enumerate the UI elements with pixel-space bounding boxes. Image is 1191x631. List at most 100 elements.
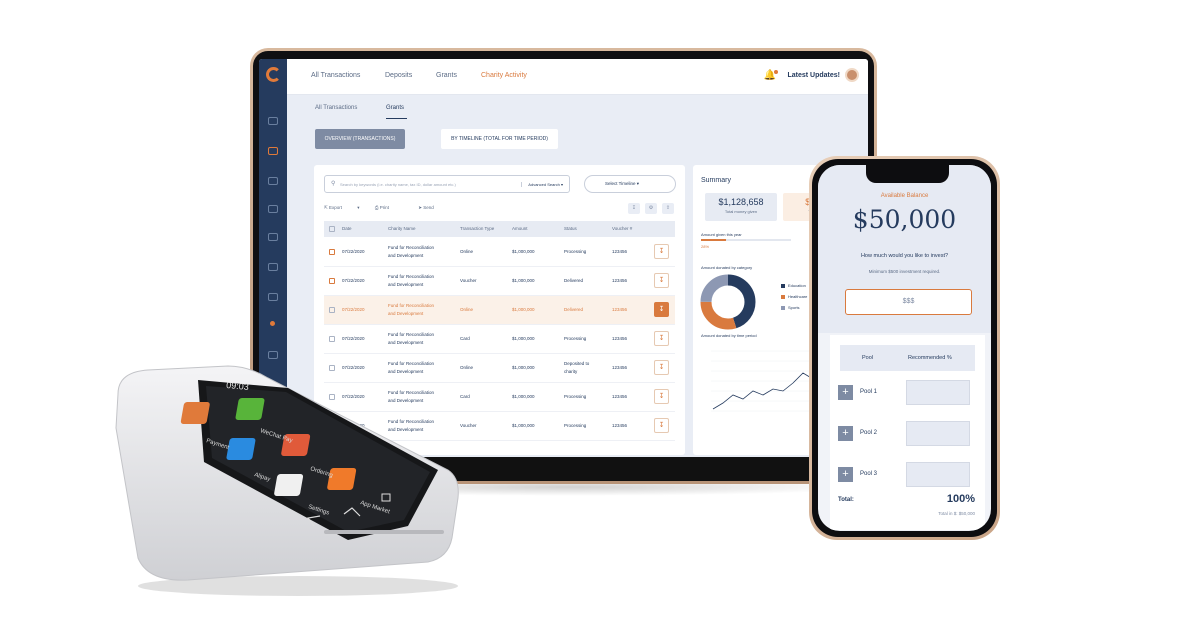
- avatar[interactable]: [845, 68, 859, 82]
- add-pool-icon[interactable]: +: [838, 467, 853, 482]
- tab-all-transactions[interactable]: All Transactions: [311, 72, 360, 79]
- share-icon[interactable]: ⇪: [662, 203, 674, 214]
- pos-terminal: 09:03 Payment WeChat Pay Alipay Ordering…: [108, 358, 464, 598]
- subtab-grants[interactable]: Grants: [386, 105, 404, 111]
- sidebar-dashboard-icon[interactable]: [268, 147, 278, 155]
- sidebar-home-icon[interactable]: [268, 117, 278, 125]
- download-icon[interactable]: ↧: [654, 273, 669, 288]
- total-money-value: $1,128,658: [718, 197, 764, 207]
- search-input[interactable]: ⚲ Search by keywords (i.e. charity name,…: [324, 175, 570, 193]
- search-icon: ⚲: [331, 181, 336, 187]
- add-pool-icon[interactable]: +: [838, 426, 853, 441]
- add-pool-icon[interactable]: +: [838, 385, 853, 400]
- legend-swatch: [781, 294, 785, 299]
- payment-app-icon[interactable]: [180, 402, 210, 424]
- product-showcase: All Transactions Deposits Grants Charity…: [0, 0, 1191, 631]
- download-icon[interactable]: ↧: [654, 244, 669, 259]
- download-icon[interactable]: ↧: [654, 331, 669, 346]
- brand-logo[interactable]: [266, 67, 281, 82]
- row-date: 07/22/2020: [342, 336, 365, 341]
- download-icon[interactable]: ↧: [654, 360, 669, 375]
- sidebar-settings-icon[interactable]: [268, 263, 278, 271]
- row-date: 07/22/2020: [342, 249, 365, 254]
- app-market-app-icon[interactable]: [327, 468, 357, 490]
- row-charity-line2: and Development: [388, 253, 424, 258]
- wechat-pay-app-icon[interactable]: [235, 398, 265, 420]
- header-status[interactable]: Status: [564, 226, 577, 231]
- table-toolbar: ⇱ Export ▾ ⎙ Print ➤ Send: [324, 205, 462, 211]
- row-checkbox[interactable]: [329, 307, 335, 313]
- by-timeline-button[interactable]: BY TIMELINE (TOTAL FOR TIME PERIOD): [441, 129, 558, 149]
- row-type: Online: [460, 249, 474, 254]
- download-icon[interactable]: ↧: [628, 203, 640, 214]
- header-charity-name[interactable]: Charity Name: [388, 226, 416, 231]
- select-all-checkbox[interactable]: [329, 226, 335, 232]
- pos-terminal-drawing: 09:03 Payment WeChat Pay Alipay Ordering…: [115, 365, 459, 596]
- tab-deposits[interactable]: Deposits: [385, 72, 412, 79]
- row-amount: $1,000,000: [512, 394, 535, 399]
- sidebar-megaphone-icon[interactable]: [268, 293, 278, 301]
- pool-percent-input[interactable]: [906, 380, 970, 405]
- advanced-search-label: Advanced Search: [528, 182, 560, 187]
- row-charity-line1: Fund for Reconciliation: [388, 274, 435, 279]
- table-row[interactable]: 07/22/2020 Fund for Reconciliation and D…: [324, 325, 675, 354]
- sidebar-upload-icon[interactable]: [268, 233, 278, 241]
- overview-transactions-button[interactable]: OVERVIEW (TRANSACTIONS): [315, 129, 405, 149]
- legend-healthcare: Healthcare: [781, 294, 807, 299]
- header-date[interactable]: Date: [342, 226, 352, 231]
- latest-updates-link[interactable]: Latest Updates!: [787, 72, 840, 79]
- row-amount: $1,000,000: [512, 278, 535, 283]
- sidebar-chart-icon[interactable]: [268, 177, 278, 185]
- smartphone: Available Balance $50,000 How much would…: [809, 156, 1000, 540]
- pool-name: Pool 1: [860, 389, 878, 395]
- table-row[interactable]: 07/22/2020 Fund for Reconciliation and D…: [324, 238, 675, 267]
- chart-gridlines: [711, 350, 817, 412]
- header-voucher[interactable]: Voucher #: [612, 226, 632, 231]
- header-transaction-type[interactable]: Transaction Type: [460, 226, 494, 231]
- header-recommended: Recommended %: [908, 355, 952, 361]
- pool-percent-input[interactable]: [906, 462, 970, 487]
- tab-charity-activity[interactable]: Charity Activity: [481, 72, 527, 79]
- table-row[interactable]: 07/22/2020 Fund for Reconciliation and D…: [324, 296, 675, 325]
- alipay-app-icon[interactable]: [226, 438, 256, 460]
- table-row[interactable]: 07/22/2020 Fund for Reconciliation and D…: [324, 267, 675, 296]
- download-icon[interactable]: ↧: [654, 389, 669, 404]
- export-button[interactable]: ⇱ Export ▾: [324, 205, 360, 210]
- send-button[interactable]: ➤ Send: [418, 205, 448, 210]
- row-status: Delivered: [564, 278, 584, 283]
- sidebar-wallet-icon[interactable]: [268, 205, 278, 213]
- filter-icon[interactable]: ⚙: [645, 203, 657, 214]
- row-checkbox[interactable]: [329, 278, 335, 284]
- row-voucher: 123456: [612, 365, 628, 370]
- given-this-year-percent: 28%: [701, 244, 710, 249]
- subtab-all-transactions[interactable]: All Transactions: [315, 105, 357, 111]
- row-checkbox[interactable]: [329, 249, 335, 255]
- top-navigation: All Transactions Deposits Grants Charity…: [287, 59, 868, 95]
- download-icon[interactable]: ↧: [654, 302, 669, 317]
- settings-app-icon[interactable]: [274, 474, 304, 496]
- legend-swatch: [781, 305, 785, 310]
- pool-name: Pool 3: [860, 471, 878, 477]
- header-amount[interactable]: Amount: [512, 226, 528, 231]
- row-voucher: 123456: [612, 249, 628, 254]
- given-this-year-progress: [701, 239, 791, 241]
- print-button[interactable]: ⎙ Print: [375, 205, 403, 210]
- timeline-select[interactable]: Select Timeline ▾: [584, 175, 676, 193]
- pos-clock: 09:03: [226, 380, 249, 392]
- search-placeholder: Search by keywords (i.e. charity name, t…: [340, 182, 456, 187]
- send-label: Send: [423, 205, 434, 210]
- row-checkbox[interactable]: [329, 336, 335, 342]
- tab-grants[interactable]: Grants: [436, 72, 457, 79]
- invest-question: How much would you like to invest?: [860, 253, 949, 259]
- row-charity-line1: Fund for Reconciliation: [388, 332, 435, 337]
- legend-sports: Sports: [781, 305, 800, 310]
- download-icon[interactable]: ↧: [654, 418, 669, 433]
- pool-percent-input[interactable]: [906, 421, 970, 446]
- row-type: Online: [460, 307, 474, 312]
- balance-amount: $50,000: [852, 205, 957, 234]
- row-amount: $1,000,000: [512, 336, 535, 341]
- progress-fill: [701, 239, 727, 241]
- pool-table-header: Pool Recommended %: [840, 345, 975, 371]
- invest-amount-input[interactable]: $$$: [845, 289, 972, 315]
- advanced-search-button[interactable]: Advanced Search ▾: [521, 182, 563, 187]
